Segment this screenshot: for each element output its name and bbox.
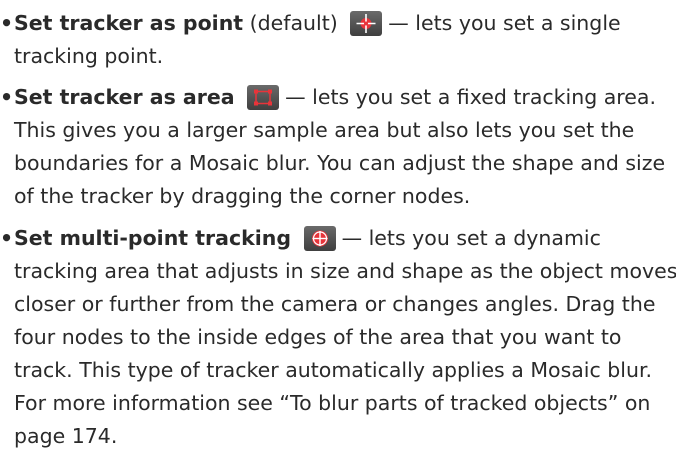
description-line: track. This type of tracker automaticall… [14,358,653,382]
list-item-area-tracker: •Set tracker as area — lets you set a fi… [0,81,676,213]
list-item-first-line: •Set multi-point tracking — lets you set… [0,222,676,255]
item-term: Set multi-point tracking [14,226,292,250]
description-line: page 174. [14,424,118,448]
description-line: closer or further from the camera or cha… [14,292,656,316]
description-line: For more information see “To blur parts … [14,391,651,415]
description-line: tracking area that adjusts in size and s… [14,259,676,283]
description-line: tracking point. [14,44,164,68]
list-item-multi-point-tracker: •Set multi-point tracking — lets you set… [0,222,676,453]
list-item-first-line: •Set tracker as area — lets you set a fi… [0,81,676,114]
item-description: — lets you set a dynamic [341,226,601,250]
bullet: • [0,11,14,35]
item-term: Set tracker as point [14,11,244,35]
help-document: •Set tracker as point (default) — lets y… [0,0,676,456]
item-description: — lets you set a single [388,11,621,35]
list-item-point-tracker: •Set tracker as point (default) — lets y… [0,7,676,73]
bullet: • [0,85,14,109]
bullet: • [0,226,14,250]
tracker-area-icon [247,85,280,110]
description-line: four nodes to the inside edges of the ar… [14,325,622,349]
description-line: boundaries for a Mosaic blur. You can ad… [14,151,666,175]
multi-point-tracking-icon [303,226,336,251]
crosshair-point-icon [350,11,383,36]
item-description: — lets you set a fixed tracking area. [285,85,656,109]
description-line: of the tracker by dragging the corner no… [14,184,471,208]
item-term: Set tracker as area [14,85,235,109]
description-line: This gives you a larger sample area but … [14,118,635,142]
item-term-suffix: (default) [243,11,345,35]
list-item-first-line: •Set tracker as point (default) — lets y… [0,7,676,40]
